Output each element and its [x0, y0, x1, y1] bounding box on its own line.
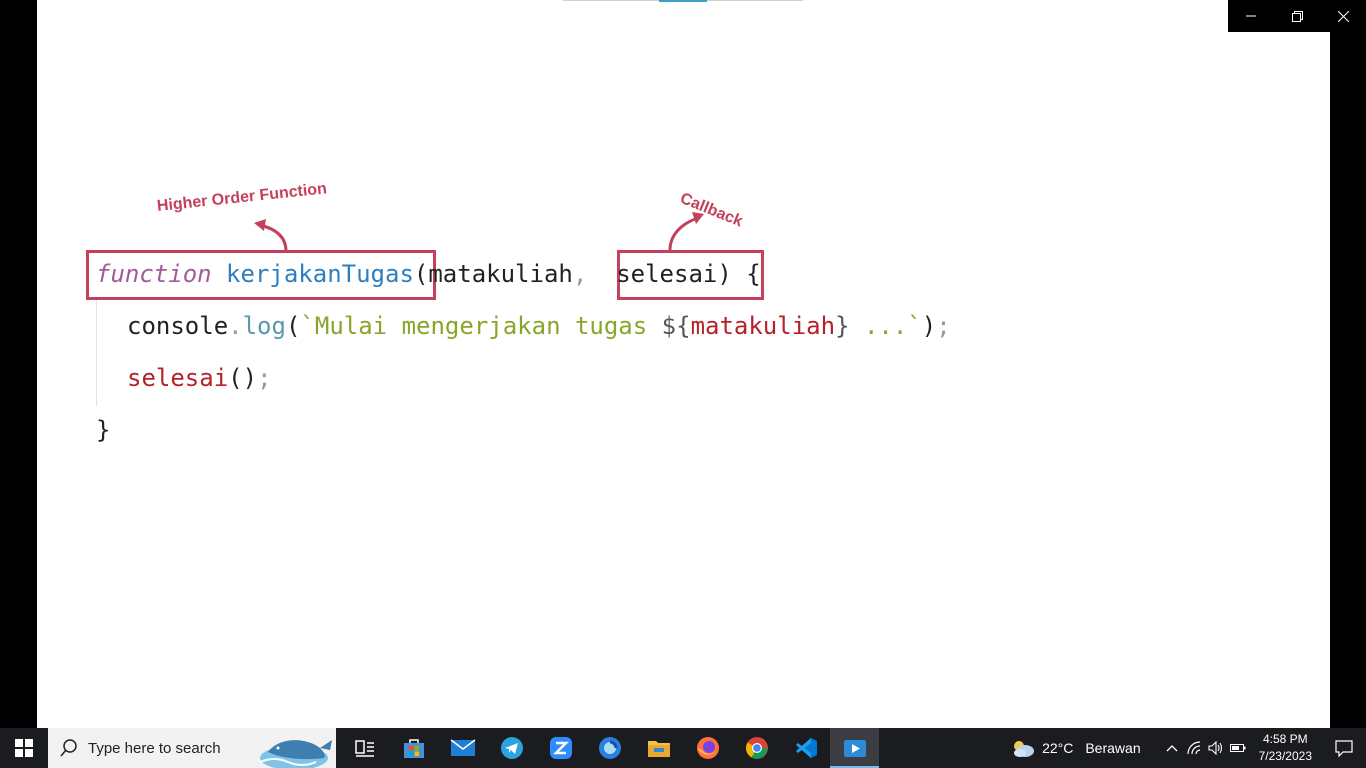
slide-progress-indicator: [659, 0, 707, 2]
brace-close: }: [96, 416, 111, 444]
semicolon-2: ;: [936, 312, 951, 340]
interp-close: }: [835, 312, 850, 340]
callback-arrow-icon: [668, 212, 704, 251]
window-controls: [1228, 0, 1366, 32]
clock-date: 7/23/2023: [1258, 749, 1312, 763]
search-placeholder: Type here to search: [88, 739, 221, 757]
show-hidden-icons-button[interactable]: [1161, 728, 1183, 768]
minimize-icon: [1246, 15, 1256, 17]
zoom-button[interactable]: [536, 728, 585, 768]
semicolon-3: ;: [257, 364, 272, 392]
param-selesai: selesai: [616, 260, 718, 288]
cloudy-weather-icon: [1014, 741, 1035, 757]
vscode-button[interactable]: [781, 728, 830, 768]
backtick-open: `: [300, 312, 315, 340]
browser-app-icon: [598, 737, 621, 759]
paren-open: (: [413, 260, 429, 288]
param-matakuliah: matakuliah: [428, 260, 573, 288]
telegram-icon: [500, 737, 523, 759]
hof-arrow-icon: [254, 219, 288, 252]
keyword-function: function: [96, 260, 212, 288]
mail-icon: [450, 739, 475, 756]
vscode-icon: [795, 738, 817, 758]
code-line-3: selesai();: [127, 364, 272, 392]
code-line-4: }: [96, 416, 110, 444]
battery-button[interactable]: [1227, 728, 1249, 768]
console-object: console: [127, 312, 229, 340]
string-text: Mulai mengerjakan tugas: [314, 312, 662, 340]
backtick-close: `: [907, 312, 922, 340]
mail-button[interactable]: [438, 728, 487, 768]
task-view-icon: [354, 740, 374, 757]
close-icon: [1337, 10, 1349, 22]
volume-button[interactable]: [1205, 728, 1227, 768]
network-button[interactable]: [1183, 728, 1205, 768]
firefox-icon: [696, 737, 719, 759]
file-explorer-button[interactable]: [634, 728, 683, 768]
weather-temp: 22°C: [1042, 740, 1074, 756]
zoom-icon: [549, 737, 572, 759]
file-explorer-icon: [647, 741, 670, 757]
interp-variable: matakuliah: [690, 312, 836, 340]
notification-center-button[interactable]: [1322, 728, 1366, 768]
log-method: log: [242, 312, 286, 340]
media-player-button[interactable]: [830, 728, 879, 768]
firefox-button[interactable]: [683, 728, 732, 768]
selesai-call: selesai: [127, 364, 229, 392]
weather-widget[interactable]: 22°C Berawan: [1010, 738, 1141, 758]
start-button[interactable]: [0, 728, 48, 768]
taskbar-search[interactable]: Type here to search: [48, 728, 336, 768]
clock[interactable]: 4:58 PM 7/23/2023: [1259, 731, 1312, 765]
brace-open: {: [746, 260, 761, 288]
code-line-2: console.log(`Mulai mengerjakan tugas ${m…: [127, 312, 951, 340]
dot: .: [228, 312, 243, 340]
chevron-up-icon: [1166, 745, 1178, 752]
microsoft-store-button[interactable]: [389, 728, 438, 768]
clock-time: 4:58 PM: [1262, 732, 1308, 746]
media-player-icon: [843, 740, 866, 757]
task-view-button[interactable]: [340, 728, 389, 768]
restore-icon: [1291, 10, 1303, 22]
chrome-icon: [745, 737, 768, 759]
speaker-icon: [1208, 741, 1222, 755]
paren-open-2: (: [285, 312, 301, 340]
call-parens: (): [228, 364, 258, 392]
minimize-button[interactable]: [1228, 0, 1274, 32]
notification-icon: [1335, 740, 1353, 757]
search-highlight-whale-icon: [254, 728, 336, 768]
battery-icon: [1229, 744, 1246, 752]
wifi-icon: [1187, 741, 1200, 755]
code-line-1: function kerjakanTugas(matakuliah, seles…: [96, 260, 761, 288]
interp-open: ${: [661, 312, 691, 340]
close-button[interactable]: [1320, 0, 1366, 32]
browser-app-button[interactable]: [585, 728, 634, 768]
microsoft-store-icon: [403, 739, 424, 758]
search-icon: [60, 739, 77, 757]
restore-button[interactable]: [1274, 0, 1320, 32]
windows-logo-icon: [15, 739, 33, 757]
comma: ,: [572, 260, 588, 288]
indent-guide: [96, 300, 97, 406]
chrome-button[interactable]: [732, 728, 781, 768]
paren-close: ): [717, 260, 732, 288]
function-name: kerjakanTugas: [226, 260, 414, 288]
string-ellipsis: ...: [849, 312, 908, 340]
taskbar: Type here to search 22°C Berawan 4:58 PM…: [0, 728, 1366, 768]
weather-condition: Berawan: [1085, 740, 1141, 756]
paren-close-2: ): [921, 312, 937, 340]
system-tray: 22°C Berawan 4:58 PM 7/23/2023: [1010, 728, 1366, 768]
telegram-button[interactable]: [487, 728, 536, 768]
